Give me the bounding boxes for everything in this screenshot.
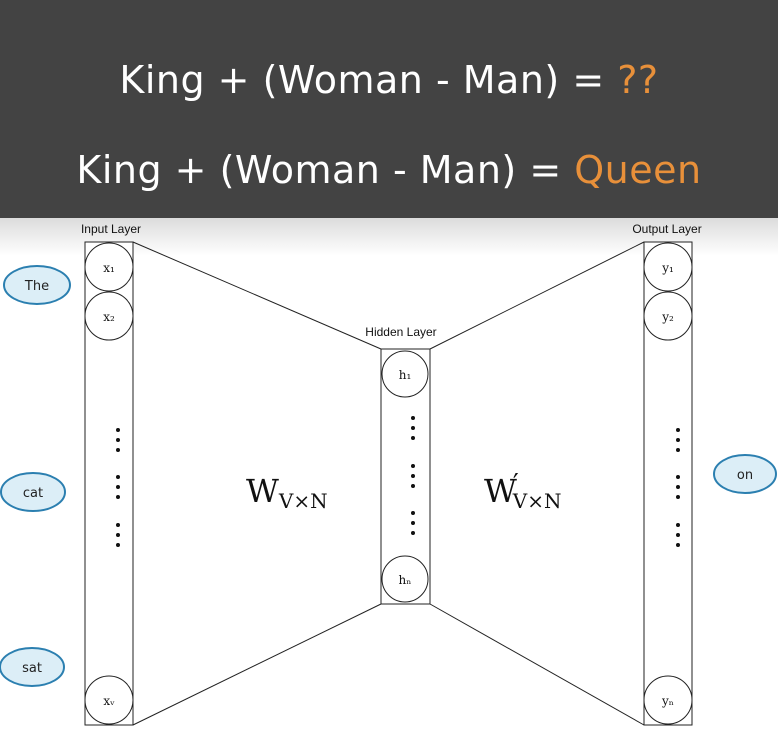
hidden-node-1-label: h₁ <box>399 368 412 382</box>
output-node-n-label: yₙ <box>661 694 674 708</box>
equation-question: King + (Woman - Man) = ?? <box>0 58 778 102</box>
input-layer-label: Input Layer <box>81 222 141 236</box>
weight-matrix-input: WV×N <box>246 472 328 513</box>
output-layer-label: Output Layer <box>632 222 701 236</box>
word-cat-label: cat <box>23 486 43 501</box>
connection-output-bottom <box>429 603 645 726</box>
equation-question-text: King + (Woman - Man) = <box>119 58 618 102</box>
title-banner: King + (Woman - Man) = ?? King + (Woman … <box>0 0 778 218</box>
equation-question-answer: ?? <box>617 58 659 102</box>
output-node-2-label: y₂ <box>661 310 674 324</box>
context-word-sat: sat <box>0 647 65 687</box>
weight-matrix-output: W′ V×N <box>484 469 562 513</box>
equation-answer: King + (Woman - Man) = Queen <box>0 148 778 192</box>
connection-input-bottom <box>132 603 382 726</box>
output-layer: y₁ y₂ yₙ <box>643 241 693 726</box>
output-node-1-label: y₁ <box>661 261 674 275</box>
equation-answer-value: Queen <box>574 148 702 192</box>
connection-input-top <box>132 241 382 350</box>
weight-input-base: W <box>246 472 279 510</box>
input-node-v-label: xᵥ <box>103 694 115 708</box>
input-layer: x₁ x₂ xᵥ <box>84 241 134 726</box>
input-node-2-label: x₂ <box>103 310 115 324</box>
hidden-layer: h₁ hₙ <box>380 348 431 605</box>
input-node-1-label: x₁ <box>103 261 115 275</box>
weight-input-sub: V×N <box>278 489 328 513</box>
hidden-layer-label: Hidden Layer <box>365 325 436 339</box>
word-on-label: on <box>737 468 753 483</box>
word-the-label: The <box>24 279 49 294</box>
context-word-the: The <box>3 265 71 305</box>
network-svg: Input Layer Hidden Layer Output Layer x₁… <box>0 222 777 726</box>
word-sat-label: sat <box>22 661 42 676</box>
target-word-on: on <box>713 454 777 494</box>
context-word-cat: cat <box>0 472 66 512</box>
connection-output-top <box>429 241 645 350</box>
word2vec-diagram: Input Layer Hidden Layer Output Layer x₁… <box>0 218 778 731</box>
equation-answer-text: King + (Woman - Man) = <box>76 148 575 192</box>
hidden-node-n-label: hₙ <box>399 573 412 587</box>
weight-output-sub: V×N <box>512 489 562 513</box>
